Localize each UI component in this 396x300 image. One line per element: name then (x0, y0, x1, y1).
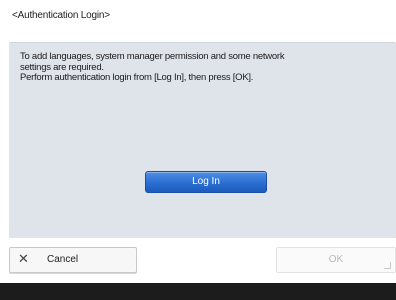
corner-indicator-icon (384, 262, 391, 269)
action-bar: ✕ Cancel OK (0, 238, 396, 284)
message-line-3: Perform authentication login from [Log I… (20, 72, 254, 83)
ok-label: OK (328, 254, 344, 265)
screen-title: <Authentication Login> (12, 10, 110, 21)
log-in-button[interactable]: Log In (145, 171, 267, 193)
close-icon: ✕ (18, 251, 29, 266)
cancel-button[interactable]: ✕ Cancel (9, 247, 137, 273)
message-line-1: To add languages, system manager permiss… (20, 51, 285, 62)
instruction-message: To add languages, system manager permiss… (20, 51, 380, 84)
ok-button[interactable]: OK (276, 247, 396, 273)
authentication-login-screen: <Authentication Login> To add languages,… (0, 0, 396, 300)
message-panel: To add languages, system manager permiss… (9, 42, 396, 239)
status-bar (0, 283, 396, 300)
cancel-label: Cancel (47, 254, 79, 265)
